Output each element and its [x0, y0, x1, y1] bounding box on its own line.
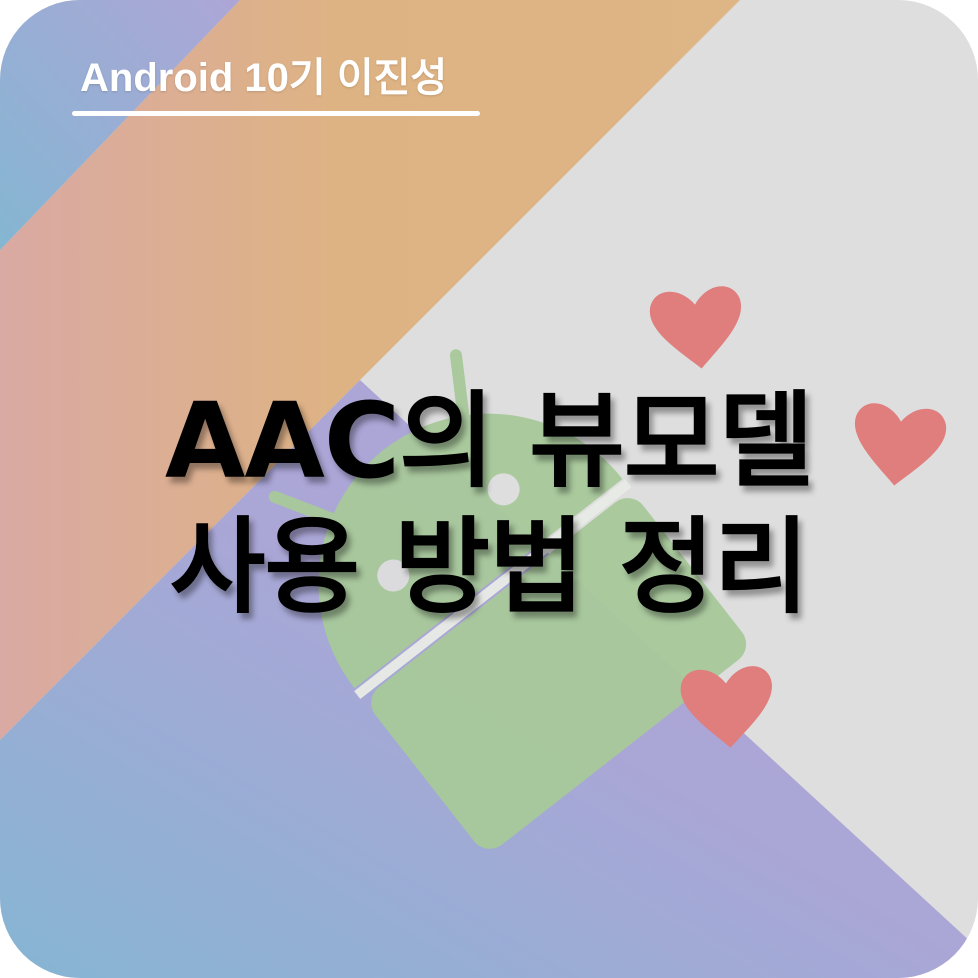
post-title: AAC의 뷰모델 사용 방법 정리	[0, 378, 978, 630]
author-tag: Android 10기 이진성	[72, 54, 480, 116]
author-tag-text: Android 10기 이진성	[80, 56, 448, 100]
post-title-line-2: 사용 방법 정리	[169, 506, 810, 628]
post-title-line-1: AAC의 뷰모델	[164, 380, 814, 502]
thumbnail-card: Android 10기 이진성 AAC의 뷰모델 사용 방법 정리	[0, 0, 978, 978]
author-tag-underline	[72, 111, 480, 116]
